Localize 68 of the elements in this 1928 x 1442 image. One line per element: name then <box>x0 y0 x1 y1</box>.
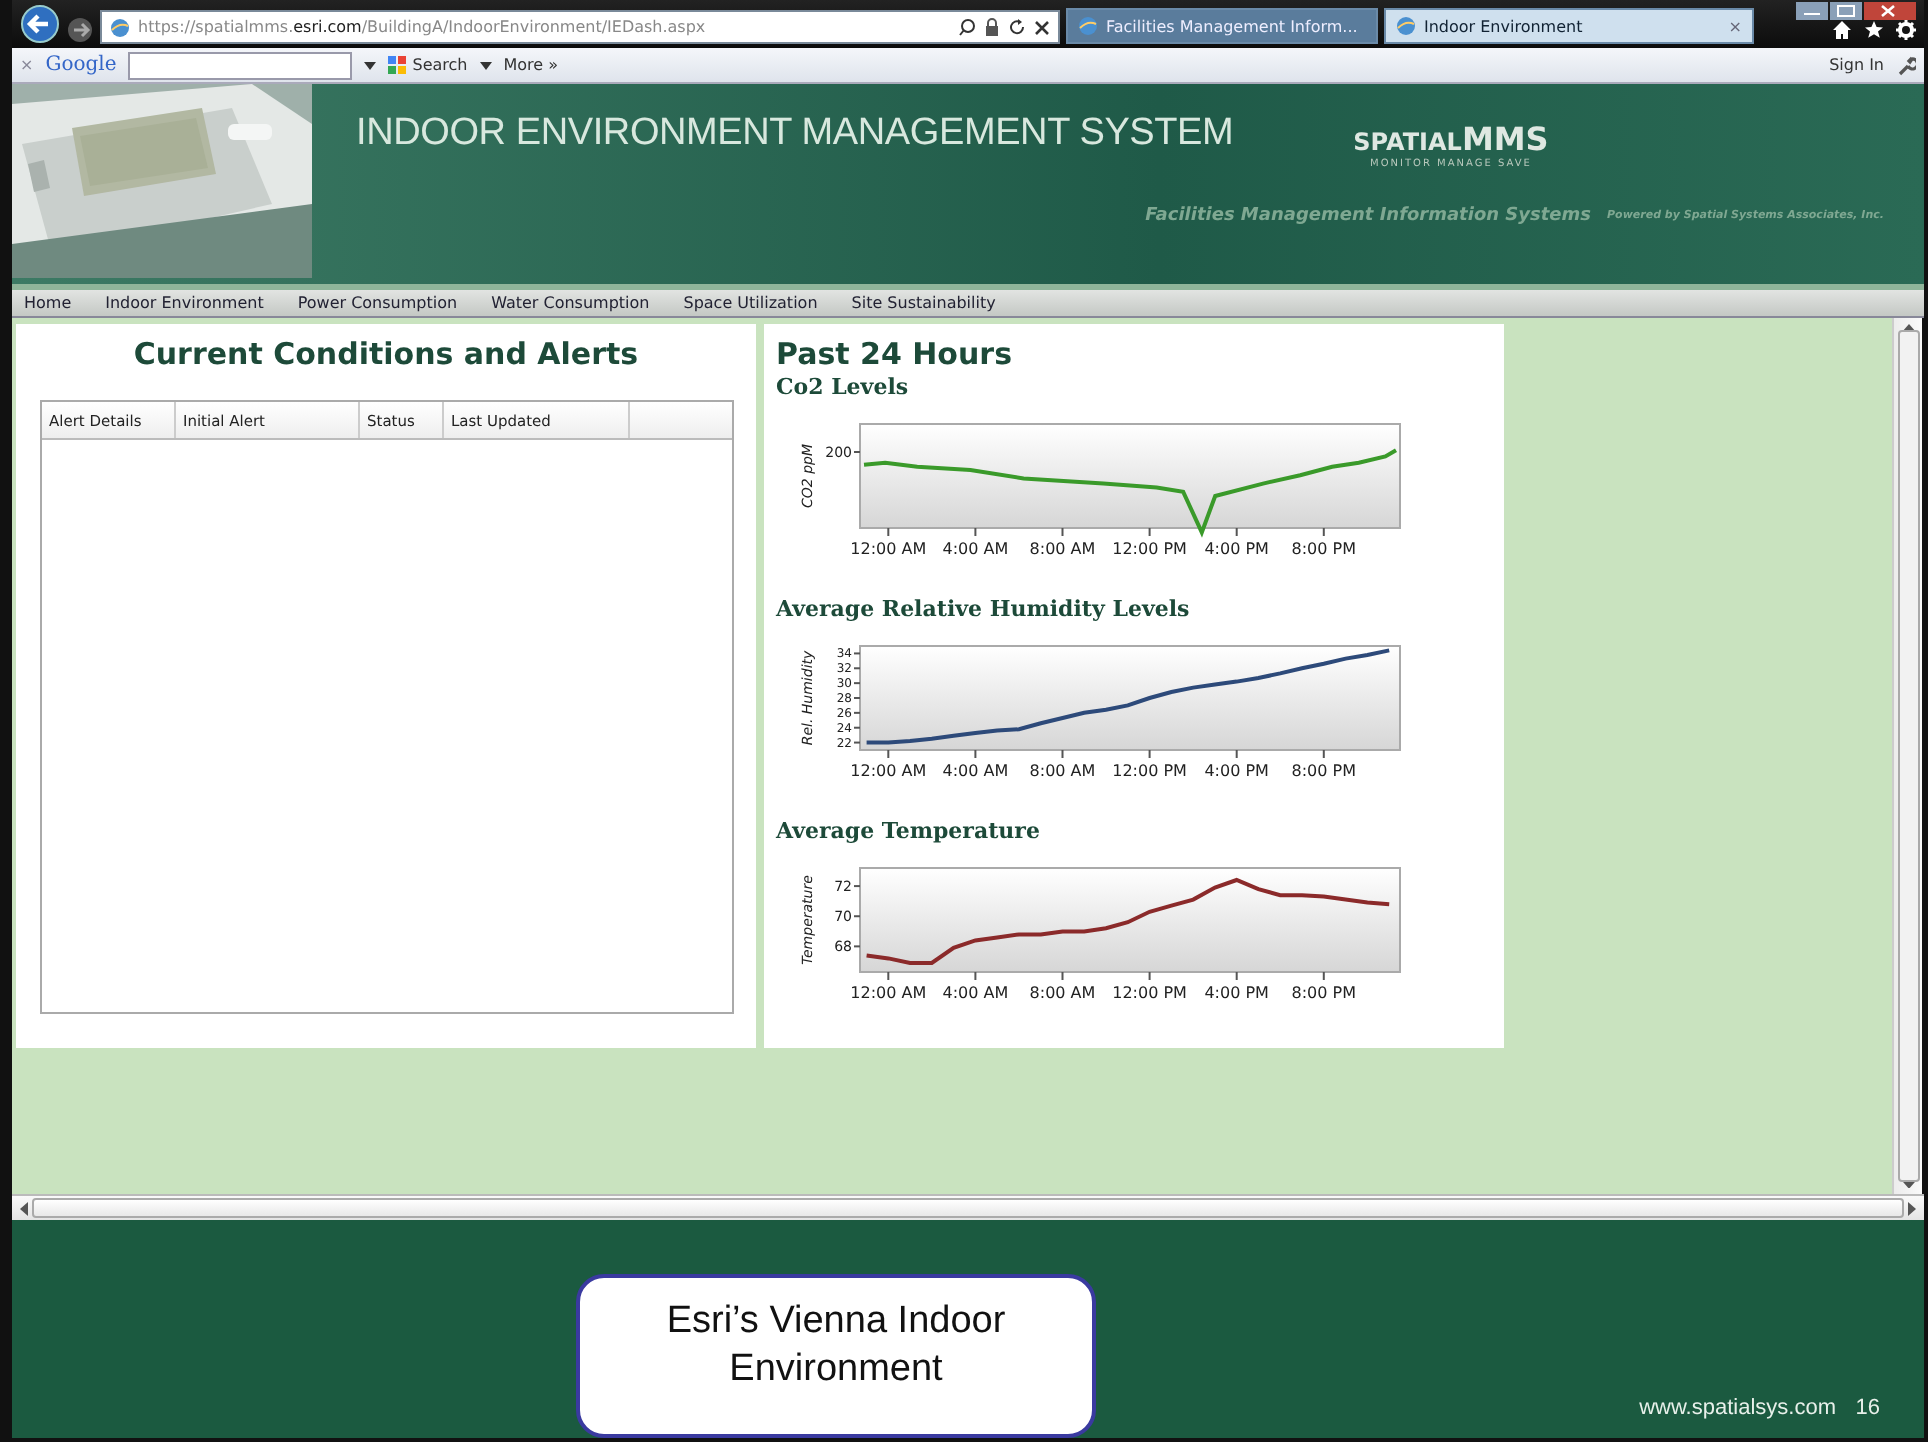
nav-link[interactable]: Space Utilization <box>683 294 818 312</box>
banner-title: INDOOR ENVIRONMENT MANAGEMENT SYSTEM <box>356 112 1234 156</box>
axis-tick-label: 8:00 PM <box>1291 540 1356 558</box>
slide-number: 16 <box>1855 1396 1880 1420</box>
search-icon <box>958 18 976 36</box>
scroll-left-icon[interactable] <box>20 1201 28 1215</box>
axis-tick-label: 12:00 AM <box>850 540 927 558</box>
axis-tick-label: 8:00 PM <box>1291 762 1356 780</box>
star-icon[interactable] <box>1864 20 1884 40</box>
back-button[interactable] <box>20 4 60 44</box>
axis-tick-label: 12:00 AM <box>850 762 927 780</box>
caret-icon[interactable] <box>364 61 377 69</box>
axis-tick-label: 4:00 AM <box>942 762 1009 780</box>
chart-title: Average Temperature <box>776 818 1042 844</box>
axis-tick-label: 8:00 AM <box>1029 984 1096 1002</box>
nav-link[interactable]: Power Consumption <box>297 294 458 312</box>
axis-tick-label: 4:00 AM <box>942 984 1009 1002</box>
stop-icon[interactable] <box>1034 19 1050 35</box>
page-icon <box>1396 16 1416 36</box>
axis-tick-label: 4:00 PM <box>1204 540 1269 558</box>
wrench-icon[interactable] <box>1896 55 1916 75</box>
caret-icon[interactable] <box>479 61 492 69</box>
forward-button[interactable] <box>66 16 94 44</box>
page-icon <box>110 17 130 37</box>
nav-link[interactable]: Indoor Environment <box>105 294 264 312</box>
axis-tick-label: 8:00 AM <box>1029 540 1096 558</box>
refresh-icon[interactable] <box>1008 18 1026 36</box>
panel-title: Past 24 Hours <box>776 336 1014 372</box>
address-bar[interactable]: https://spatialmms.esri.com/BuildingA/IndoorEnvironment/IEDash.aspx <box>100 10 1060 44</box>
more-button[interactable]: More » <box>503 56 559 74</box>
axis-tick-label: 8:00 AM <box>1029 762 1096 780</box>
tab-label: Indoor Environment <box>1424 17 1583 35</box>
search-label: Search <box>412 56 468 74</box>
lock-icon <box>984 18 1000 36</box>
axis-tick-label: 4:00 PM <box>1204 762 1269 780</box>
panel-title: Current Conditions and Alerts <box>133 336 639 372</box>
axis-tick-label: 12:00 PM <box>1112 984 1187 1002</box>
axis-tick-label: 4:00 AM <box>942 540 1009 558</box>
axis-tick-label: 4:00 PM <box>1204 984 1269 1002</box>
chart-title: Average Relative Humidity Levels <box>776 596 1192 622</box>
axis-tick-label: 12:00 PM <box>1112 540 1187 558</box>
page-icon <box>1078 16 1098 36</box>
window-controls[interactable] <box>1796 2 1916 22</box>
vertical-scrollbar[interactable] <box>1892 318 1922 1194</box>
footer-url: www.spatialsys.com <box>1639 1396 1836 1420</box>
callout-box: Esri’s Vienna Indoor Environment <box>576 1274 1096 1438</box>
scroll-right-icon[interactable] <box>1908 1201 1916 1215</box>
google-logo: Google <box>45 54 117 76</box>
browser-tab[interactable]: Facilities Management Inform... <box>1066 8 1378 44</box>
url-text: https://spatialmms.esri.com/BuildingA/IndoorEnvironment/IEDash.aspx <box>138 18 708 36</box>
nav-link[interactable]: Home <box>24 294 72 312</box>
horizontal-scrollbar[interactable] <box>12 1194 1924 1220</box>
squares-icon <box>388 56 407 74</box>
close-tab-button[interactable]: × <box>1728 17 1742 35</box>
tab-label: Facilities Management Inform... <box>1106 17 1358 35</box>
sign-in-link[interactable]: Sign In <box>1829 56 1884 74</box>
browser-tab[interactable]: Indoor Environment × <box>1384 8 1754 44</box>
axis-tick-label: 12:00 PM <box>1112 762 1187 780</box>
axis-tick-label: 8:00 PM <box>1291 984 1356 1002</box>
axis-tick-label: 12:00 AM <box>850 984 927 1002</box>
nav-link[interactable]: Site Sustainability <box>851 294 996 312</box>
search-field[interactable] <box>128 51 353 79</box>
nav-link[interactable]: Water Consumption <box>491 294 650 312</box>
banner-subtitle: Facilities Management Information Systems <box>1145 206 1592 226</box>
search-button[interactable]: Search <box>388 56 468 74</box>
settings-icon[interactable] <box>1896 20 1916 40</box>
home-icon[interactable] <box>1832 20 1852 40</box>
chart-title: Co2 Levels <box>776 374 911 400</box>
